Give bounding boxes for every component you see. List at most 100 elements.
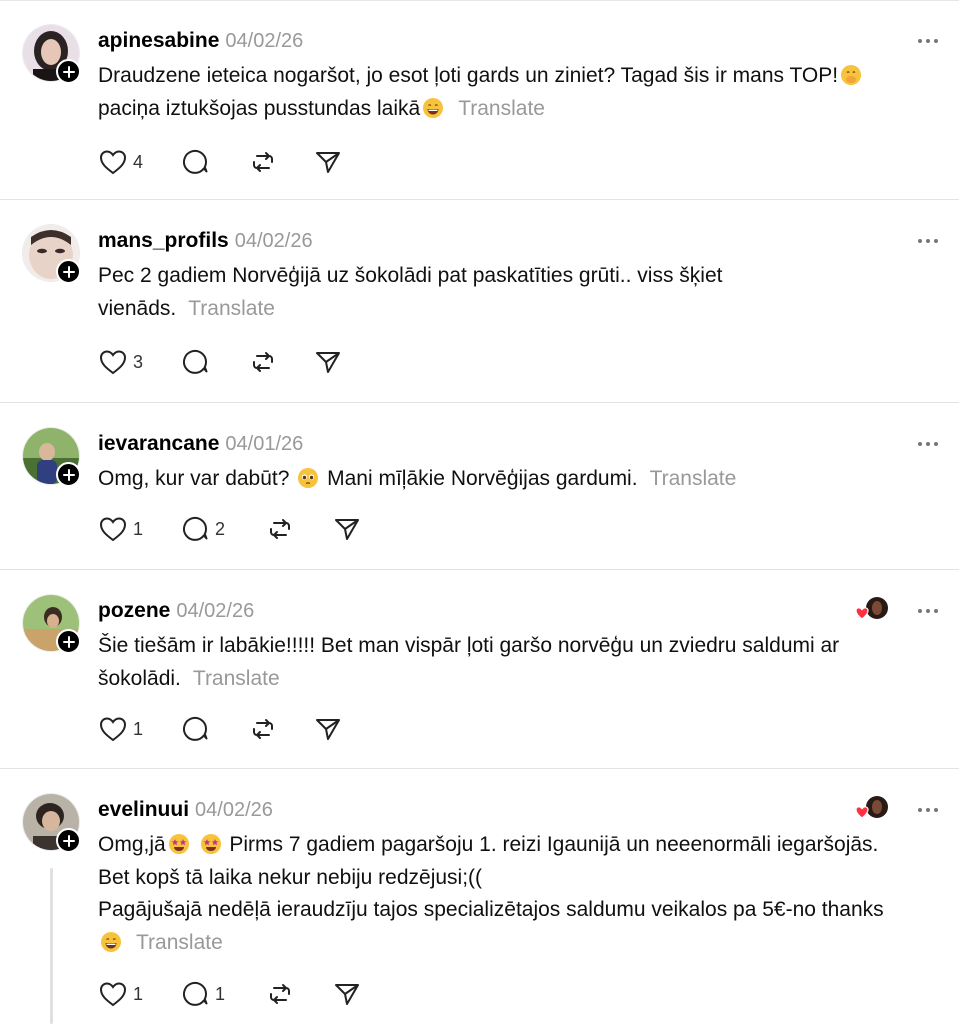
heart-icon bbox=[99, 717, 127, 742]
thread-line bbox=[50, 868, 53, 1024]
translate-link[interactable]: Translate bbox=[193, 667, 280, 690]
username[interactable]: pozene bbox=[98, 599, 170, 622]
liked-by-author-indicator bbox=[855, 796, 888, 819]
comment-icon bbox=[183, 149, 208, 174]
pleading-face-icon bbox=[298, 468, 319, 488]
heart-icon bbox=[99, 517, 127, 542]
like-button[interactable]: 3 bbox=[98, 347, 182, 377]
repost-icon bbox=[253, 352, 273, 372]
post-date[interactable]: 04/01/26 bbox=[225, 433, 303, 455]
like-count: 1 bbox=[133, 518, 144, 539]
send-icon bbox=[335, 984, 359, 1005]
action-bar: 1 1 bbox=[98, 979, 361, 1009]
share-button[interactable] bbox=[314, 714, 342, 744]
comment-icon bbox=[183, 349, 208, 374]
post-text: Omg,jā Pirms 7 gadiem pagaršoju 1. reizi… bbox=[98, 829, 898, 959]
follow-plus-icon[interactable] bbox=[56, 828, 81, 853]
grinning-face-icon bbox=[101, 931, 121, 952]
username[interactable]: ievarancane bbox=[98, 432, 219, 455]
repost-button[interactable] bbox=[249, 147, 314, 177]
comment-icon bbox=[183, 516, 208, 541]
reply-button[interactable] bbox=[182, 347, 249, 377]
post-date[interactable]: 04/02/26 bbox=[225, 30, 303, 52]
post: ievarancane 04/01/26 Omg, kur var dabūt? … bbox=[0, 403, 959, 570]
post-text: Draudzene ieteica nogaršot, jo esot ļoti… bbox=[98, 60, 938, 125]
follow-plus-icon[interactable] bbox=[56, 59, 81, 84]
heart-icon bbox=[99, 350, 127, 375]
like-button[interactable]: 1 bbox=[98, 514, 182, 544]
reply-button[interactable] bbox=[182, 714, 249, 744]
like-count: 1 bbox=[133, 983, 144, 1004]
post-date[interactable]: 04/02/26 bbox=[195, 799, 273, 821]
like-button[interactable]: 1 bbox=[98, 714, 182, 744]
liked-by-author-indicator bbox=[855, 597, 888, 620]
text-segment: Omg,jā bbox=[98, 833, 166, 856]
like-count: 4 bbox=[133, 151, 144, 172]
post-text: Pec 2 gadiem Norvēģijā uz šokolādi pat p… bbox=[98, 260, 798, 325]
share-button[interactable] bbox=[333, 514, 361, 544]
post-text: Omg, kur var dabūt? Mani mīļākie Norvēģi… bbox=[98, 463, 938, 496]
reply-button[interactable]: 1 bbox=[182, 979, 266, 1009]
share-button[interactable] bbox=[314, 147, 342, 177]
star-struck-icon bbox=[168, 834, 189, 854]
repost-icon bbox=[253, 152, 273, 172]
text-segment: paciņa iztukšojas pusstundas laikā bbox=[98, 96, 421, 120]
translate-link[interactable]: Translate bbox=[136, 931, 223, 954]
action-bar: 1 2 bbox=[98, 514, 361, 544]
repost-button[interactable] bbox=[266, 514, 333, 544]
like-count: 3 bbox=[133, 351, 144, 372]
repost-button[interactable] bbox=[266, 979, 333, 1009]
face-with-hand-over-mouth-icon bbox=[841, 65, 862, 85]
username[interactable]: evelinuui bbox=[98, 798, 189, 821]
repost-button[interactable] bbox=[249, 347, 314, 377]
repost-icon bbox=[270, 984, 290, 1004]
post: mans_profils 04/02/26 Pec 2 gadiem Norvēģ… bbox=[0, 200, 959, 403]
heart-icon bbox=[99, 150, 127, 175]
username[interactable]: mans_profils bbox=[98, 229, 229, 252]
like-button[interactable]: 4 bbox=[98, 147, 182, 177]
more-options-icon[interactable] bbox=[916, 806, 940, 814]
repost-icon bbox=[270, 519, 290, 539]
comment-icon bbox=[183, 981, 208, 1006]
comment-icon bbox=[183, 716, 208, 741]
post: pozene 04/02/26 Šie tiešām ir labākie!!!!… bbox=[0, 570, 959, 769]
reply-count: 1 bbox=[215, 983, 226, 1004]
username[interactable]: apinesabine bbox=[98, 29, 219, 52]
star-struck-icon bbox=[200, 834, 221, 854]
text-segment: Omg, kur var dabūt? bbox=[98, 467, 290, 490]
reply-button[interactable] bbox=[182, 147, 249, 177]
grinning-face-icon bbox=[423, 97, 444, 118]
send-icon bbox=[335, 519, 359, 540]
more-options-icon[interactable] bbox=[916, 440, 940, 448]
more-options-icon[interactable] bbox=[916, 37, 940, 45]
post-date[interactable]: 04/02/26 bbox=[176, 600, 254, 622]
follow-plus-icon[interactable] bbox=[56, 629, 81, 654]
post: evelinuui 04/02/26 Omg,jā Pirms 7 gadiem … bbox=[0, 769, 959, 1024]
like-count: 1 bbox=[133, 718, 144, 739]
reply-count: 2 bbox=[215, 518, 226, 539]
translate-link[interactable]: Translate bbox=[188, 297, 275, 320]
send-icon bbox=[316, 152, 340, 173]
repost-button[interactable] bbox=[249, 714, 314, 744]
action-bar: 3 bbox=[98, 347, 342, 377]
translate-link[interactable]: Translate bbox=[650, 467, 737, 490]
repost-icon bbox=[253, 719, 273, 739]
post-date[interactable]: 04/02/26 bbox=[235, 230, 313, 252]
text-segment: Draudzene ieteica nogaršot, jo esot ļoti… bbox=[98, 64, 839, 87]
text-segment: Pagājušajā nedēļā ieraudzīju tajos speci… bbox=[98, 898, 884, 921]
reply-button[interactable]: 2 bbox=[182, 514, 266, 544]
send-icon bbox=[316, 719, 340, 740]
like-button[interactable]: 1 bbox=[98, 979, 182, 1009]
share-button[interactable] bbox=[333, 979, 361, 1009]
share-button[interactable] bbox=[314, 347, 342, 377]
more-options-icon[interactable] bbox=[916, 237, 940, 245]
follow-plus-icon[interactable] bbox=[56, 259, 81, 284]
text-segment: Mani mīļākie Norvēģijas gardumi. bbox=[327, 467, 638, 490]
more-options-icon[interactable] bbox=[916, 607, 940, 615]
send-icon bbox=[316, 352, 340, 373]
translate-link[interactable]: Translate bbox=[458, 97, 545, 120]
post-text: Šie tiešām ir labākie!!!!! Bet man vispā… bbox=[98, 630, 938, 695]
follow-plus-icon[interactable] bbox=[56, 462, 81, 487]
post: apinesabine 04/02/26 Draudzene ieteica no… bbox=[0, 0, 959, 200]
action-bar: 4 bbox=[98, 147, 342, 177]
